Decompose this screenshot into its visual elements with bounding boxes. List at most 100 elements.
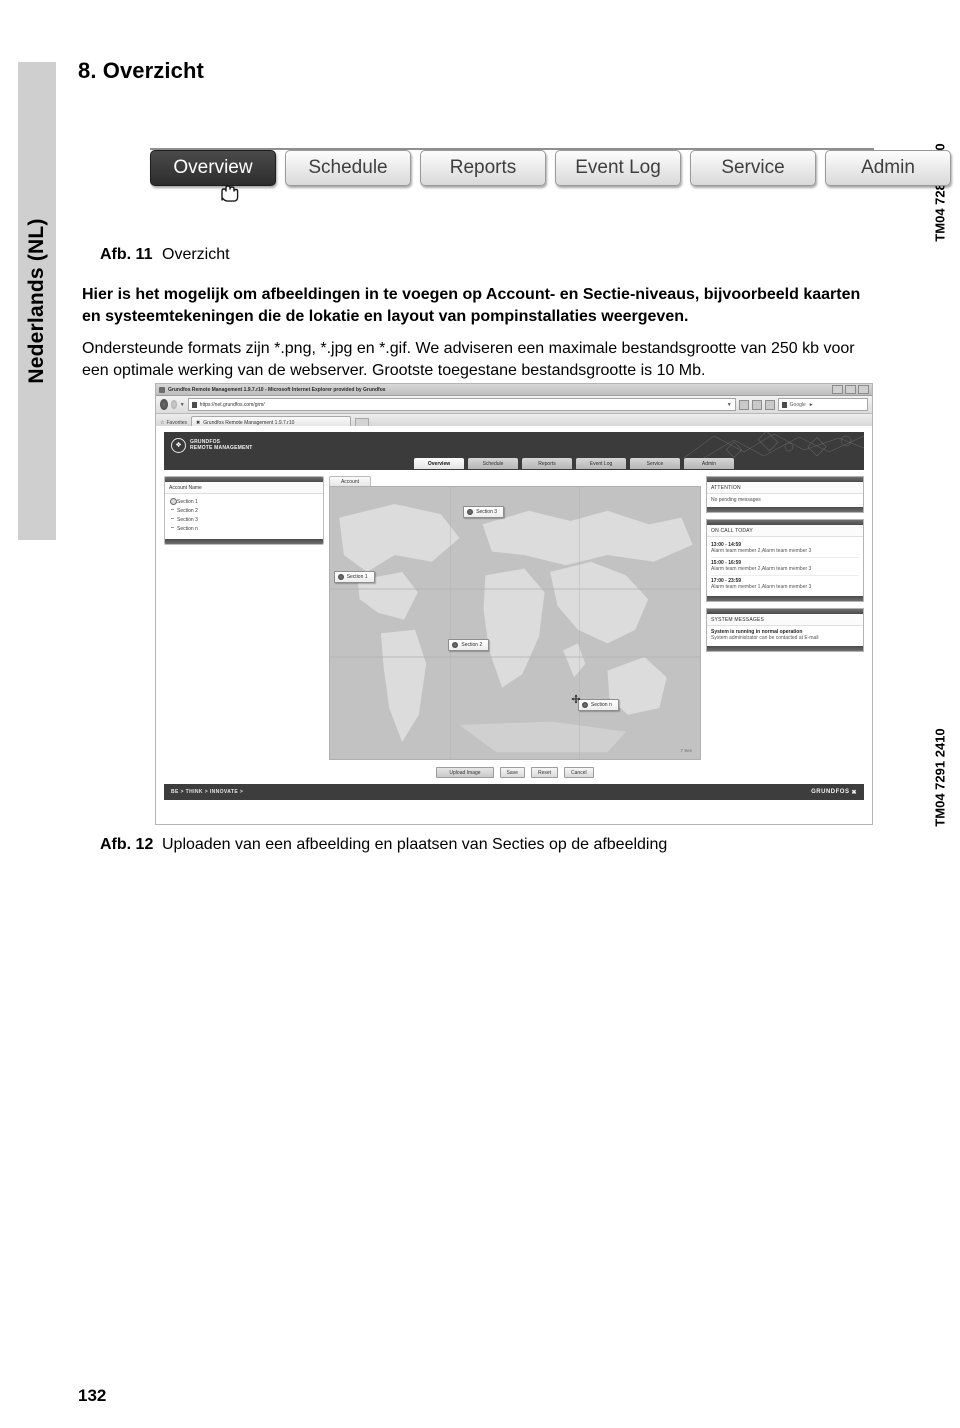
system-messages-title: SYSTEM MESSAGES <box>707 614 863 627</box>
upload-image-button[interactable]: Upload Image <box>436 767 494 778</box>
body-text-block: Hier is het mogelijk om afbeeldingen in … <box>82 284 882 382</box>
reset-button[interactable]: Reset <box>530 767 559 778</box>
app-tab-overview[interactable]: Overview <box>414 458 464 469</box>
move-cursor-icon <box>571 694 580 704</box>
search-input[interactable]: Google ► <box>777 398 868 411</box>
pin-marker-icon <box>452 642 459 649</box>
browser-tab-label: Grundfos Remote Management 1.9.7.r10 <box>203 419 295 426</box>
map-scale-label: 7 Sec <box>680 748 692 753</box>
map-pin-section-2[interactable]: Section 2 <box>448 639 490 652</box>
account-name-label: Account Name <box>165 482 323 494</box>
search-engine-icon <box>781 401 787 408</box>
widget-bottom-bar <box>707 646 863 651</box>
account-tree-panel: Account Name Section 1 Section 2 Section… <box>164 476 324 778</box>
tab-service[interactable]: Service <box>690 150 816 186</box>
refresh-icon[interactable] <box>751 399 762 410</box>
minimize-button[interactable] <box>832 385 843 394</box>
map-pin-label: Section n <box>590 702 612 709</box>
stop-icon[interactable] <box>764 399 775 410</box>
figure-12-caption: Afb. 12 Uploaden van een afbeelding en pl… <box>100 836 667 854</box>
app-tab-bar: Overview Schedule Reports Event Log Serv… <box>164 458 864 470</box>
paragraph-intro: Hier is het mogelijk om afbeeldingen in … <box>82 286 861 326</box>
browser-window-title: Grundfos Remote Management 1.9.7.r10 - M… <box>168 386 386 393</box>
on-call-names: Alarm team member 2,Alarm team member 3 <box>711 548 812 554</box>
window-controls <box>832 385 869 394</box>
on-call-entry: 15:00 - 16:59 Alarm team member 2,Alarm … <box>711 558 859 576</box>
forward-button[interactable] <box>170 400 177 409</box>
map-pin-label: Section 1 <box>346 574 368 581</box>
tm-code-bottom: TM04 7291 2410 <box>932 728 948 827</box>
footer-brand-label: GRUNDFOS <box>811 789 850 795</box>
app-logo-line2: REMOTE MANAGEMENT <box>190 445 253 451</box>
lock-icon <box>738 399 749 410</box>
figure-11-tab-strip: Overview Schedule Reports Event Log Serv… <box>150 140 951 202</box>
tree-item-section-1[interactable]: Section 1 <box>170 497 319 506</box>
map-pin-label: Section 2 <box>461 642 483 649</box>
widget-bottom-bar <box>707 507 863 512</box>
world-map-canvas[interactable]: Section 3 Section 1 Section 2 Section n <box>329 486 701 760</box>
browser-nav-bar: ▼ https://net.grundfos.com/grm/ ▼ Google… <box>156 396 872 414</box>
map-account-tab[interactable]: Account <box>329 476 371 486</box>
browser-viewport: ❖ GRUNDFOS REMOTE MANAGEMENT Overview Sc… <box>156 426 872 824</box>
tab-overview[interactable]: Overview <box>150 150 276 186</box>
save-button[interactable]: Save <box>499 767 525 778</box>
map-pin-section-3[interactable]: Section 3 <box>463 506 505 519</box>
attention-widget: ATTENTION No pending messages <box>706 476 864 513</box>
browser-app-icon <box>159 386 165 393</box>
system-message-detail: System administrator can be contacted at… <box>711 635 819 642</box>
app-body: Account Name Section 1 Section 2 Section… <box>164 470 864 778</box>
app-tab-schedule[interactable]: Schedule <box>468 458 518 469</box>
tab-admin[interactable]: Admin <box>825 150 951 186</box>
system-messages-widget: SYSTEM MESSAGES System is running in nor… <box>706 608 864 652</box>
footer-brand: GRUNDFOS ✖ <box>811 789 857 796</box>
maximize-button[interactable] <box>845 385 856 394</box>
footer-slogan: BE > THINK > INNOVATE > <box>171 789 244 795</box>
grundfos-mark-icon: ✖ <box>851 789 857 796</box>
tab-schedule[interactable]: Schedule <box>285 150 411 186</box>
app-tab-service[interactable]: Service <box>630 458 680 469</box>
address-value: https://net.grundfos.com/grm/ <box>199 401 265 408</box>
on-call-entry: 13:00 - 14:59 Alarm team member 2,Alarm … <box>711 540 859 558</box>
right-widgets-column: ATTENTION No pending messages ON CALL TO… <box>706 476 864 778</box>
header-decorative-artwork <box>683 432 864 458</box>
browser-title-bar: Grundfos Remote Management 1.9.7.r10 - M… <box>156 384 872 396</box>
page-title: 8. Overzicht <box>78 58 204 83</box>
tree-item-section-n[interactable]: Section n <box>170 524 319 533</box>
tree-item-section-3[interactable]: Section 3 <box>170 515 319 524</box>
attention-message: No pending messages <box>707 494 863 507</box>
tab-favicon: ✖ <box>196 419 201 426</box>
system-messages-body: System is running in normal operation Sy… <box>707 626 863 646</box>
tab-reports[interactable]: Reports <box>420 150 546 186</box>
tree-item-section-2[interactable]: Section 2 <box>170 506 319 515</box>
history-dropdown-icon[interactable]: ▼ <box>180 402 185 408</box>
back-button[interactable] <box>160 399 168 410</box>
address-dropdown-icon[interactable]: ▼ <box>727 402 732 408</box>
panel-bottom-bar <box>165 539 323 544</box>
figure-11-caption: Afb. 11 Overzicht <box>100 246 230 264</box>
map-pin-section-n[interactable]: Section n <box>577 699 619 712</box>
section-tree: Section 1 Section 2 Section 3 Section n <box>165 494 323 539</box>
cancel-button[interactable]: Cancel <box>564 767 594 778</box>
search-go-icon[interactable]: ► <box>809 402 814 408</box>
grundfos-logo-icon: ❖ <box>171 437 186 453</box>
tab-event-log[interactable]: Event Log <box>555 150 681 186</box>
figure-11-caption-label: Afb. 11 <box>100 246 153 263</box>
app-tab-event-log[interactable]: Event Log <box>576 458 626 469</box>
nav-tools <box>738 399 775 410</box>
map-pin-section-1[interactable]: Section 1 <box>333 571 375 584</box>
world-map-icon <box>330 487 700 759</box>
account-panel: Account Name Section 1 Section 2 Section… <box>164 476 324 545</box>
figure-11-tabs: Overview Schedule Reports Event Log Serv… <box>150 150 951 186</box>
app-tab-reports[interactable]: Reports <box>522 458 572 469</box>
app-logo-text: GRUNDFOS REMOTE MANAGEMENT <box>190 439 253 452</box>
on-call-widget: ON CALL TODAY 13:00 - 14:59 Alarm team m… <box>706 519 864 603</box>
close-button[interactable] <box>858 385 869 394</box>
on-call-entry: 17:00 - 23:59 Alarm team member 1,Alarm … <box>711 576 859 593</box>
pin-marker-icon <box>467 509 474 516</box>
map-panel: Account Section 3 Section 1 Section 2 Se… <box>329 476 701 778</box>
on-call-names: Alarm team member 1,Alarm team member 3 <box>711 583 812 590</box>
pin-marker-icon <box>581 702 588 709</box>
app-tab-admin[interactable]: Admin <box>684 458 734 469</box>
widget-bottom-bar <box>707 596 863 602</box>
address-bar[interactable]: https://net.grundfos.com/grm/ ▼ <box>187 398 736 411</box>
